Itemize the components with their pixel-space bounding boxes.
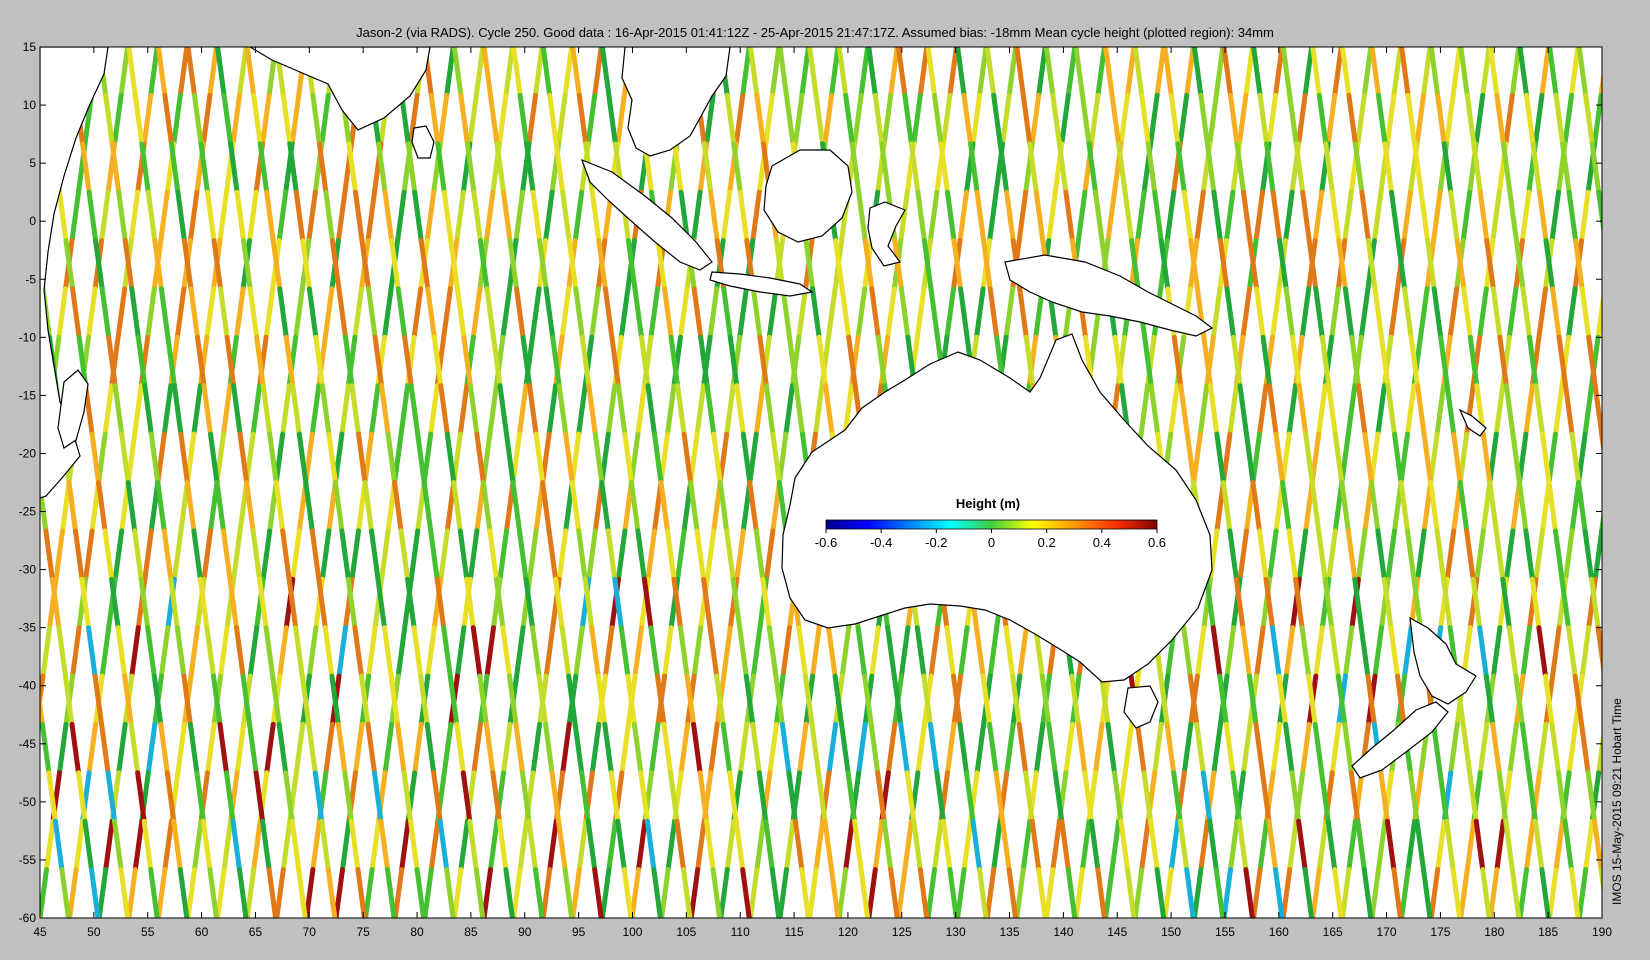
x-tick-label: 80 — [410, 925, 424, 939]
x-tick-label: 95 — [572, 925, 586, 939]
x-tick-label: 50 — [87, 925, 101, 939]
colorbar-tick-label: 0.2 — [1038, 535, 1056, 550]
x-tick-label: 175 — [1430, 925, 1450, 939]
y-tick-label: 10 — [23, 98, 37, 112]
footer-timestamp: IMOS 15-May-2015 09:21 Hobart Time — [1610, 698, 1624, 905]
x-tick-label: 190 — [1592, 925, 1612, 939]
y-tick-label: -10 — [19, 330, 37, 344]
x-tick-label: 150 — [1161, 925, 1181, 939]
x-tick-label: 155 — [1215, 925, 1235, 939]
y-tick-label: -20 — [19, 446, 37, 460]
x-tick-label: 110 — [731, 925, 750, 939]
x-tick-label: 170 — [1377, 925, 1397, 939]
y-tick-label: -55 — [19, 853, 37, 867]
colorbar-tick-label: -0.6 — [815, 535, 837, 550]
chart-title: Jason-2 (via RADS). Cycle 250. Good data… — [356, 25, 1274, 40]
plot-area — [39, 46, 1603, 919]
y-tick-label: -25 — [19, 505, 37, 519]
y-tick-label: -5 — [25, 272, 36, 286]
colorbar-tick-label: 0.6 — [1148, 535, 1166, 550]
altimetry-figure: Jason-2 (via RADS). Cycle 250. Good data… — [0, 0, 1650, 960]
x-tick-label: 45 — [33, 925, 47, 939]
y-tick-label: 5 — [29, 156, 36, 170]
x-tick-label: 160 — [1269, 925, 1289, 939]
x-tick-label: 130 — [946, 925, 966, 939]
x-tick-label: 90 — [518, 925, 532, 939]
y-tick-label: -35 — [19, 621, 37, 635]
x-tick-label: 70 — [303, 925, 317, 939]
colorbar-tick-label: 0.4 — [1093, 535, 1111, 550]
y-tick-label: 0 — [29, 214, 36, 228]
colorbar-tick-label: -0.4 — [870, 535, 892, 550]
x-tick-label: 115 — [784, 925, 803, 939]
x-tick-label: 60 — [195, 925, 209, 939]
x-tick-label: 145 — [1107, 925, 1127, 939]
y-tick-label: -60 — [19, 911, 37, 925]
x-tick-label: 120 — [838, 925, 858, 939]
x-tick-label: 135 — [1000, 925, 1020, 939]
colorbar-tick-label: -0.2 — [925, 535, 947, 550]
x-tick-label: 105 — [676, 925, 696, 939]
colorbar-gradient — [825, 519, 1158, 530]
x-tick-label: 100 — [622, 925, 642, 939]
y-tick-label: 15 — [23, 40, 37, 54]
colorbar-tick-label: 0 — [988, 535, 995, 550]
x-tick-label: 55 — [141, 925, 155, 939]
x-tick-label: 75 — [356, 925, 370, 939]
x-tick-label: 65 — [249, 925, 263, 939]
x-tick-label: 165 — [1323, 925, 1343, 939]
y-tick-label: -15 — [19, 388, 37, 402]
y-tick-label: -50 — [19, 795, 37, 809]
y-tick-label: -45 — [19, 737, 37, 751]
x-tick-label: 140 — [1053, 925, 1073, 939]
x-tick-label: 180 — [1484, 925, 1504, 939]
y-tick-label: -40 — [19, 679, 37, 693]
x-tick-label: 125 — [892, 925, 912, 939]
x-tick-label: 85 — [464, 925, 478, 939]
colorbar-label: Height (m) — [956, 496, 1020, 511]
x-tick-label: 185 — [1538, 925, 1558, 939]
y-tick-label: -30 — [19, 563, 37, 577]
